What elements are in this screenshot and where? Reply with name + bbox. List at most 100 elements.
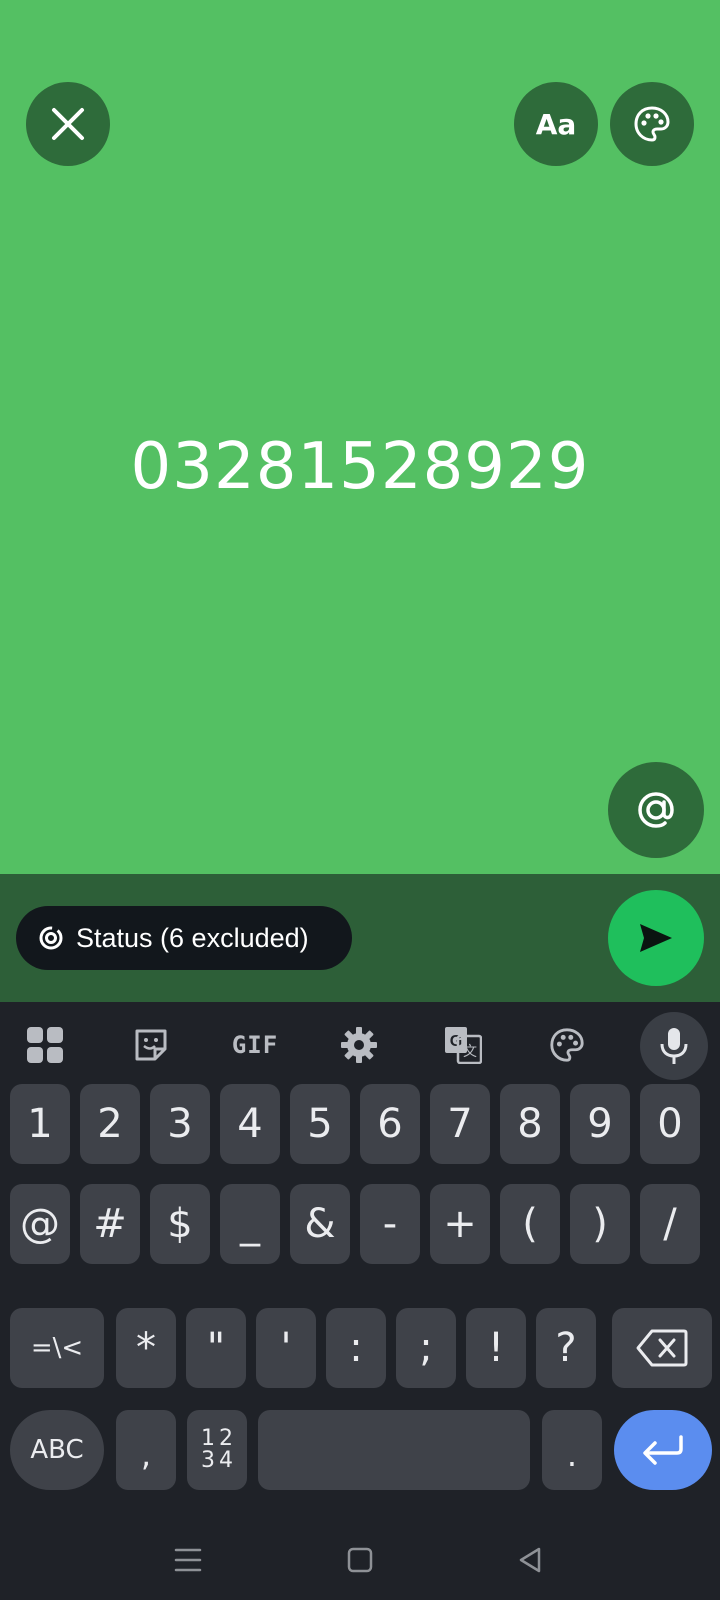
key-label: !	[487, 1325, 505, 1371]
key-label: 5	[307, 1101, 333, 1147]
translate-icon: G 文	[445, 1027, 482, 1064]
numpad-key-label: 1 2 3 4	[199, 1428, 235, 1472]
key-label: 2	[97, 1101, 123, 1147]
key-label: @	[20, 1201, 60, 1247]
key-label: *	[136, 1325, 156, 1371]
key-label: :	[349, 1325, 363, 1371]
recents-button[interactable]	[168, 1540, 208, 1580]
key-label: &	[304, 1201, 336, 1247]
key-label: 8	[517, 1101, 543, 1147]
numpad-key[interactable]: 1 2 3 4	[187, 1410, 247, 1490]
theme-button[interactable]	[532, 1012, 602, 1078]
keyboard-toolbar: GIF G 文	[0, 1002, 720, 1088]
backspace-key[interactable]	[612, 1308, 712, 1388]
key-label: -	[382, 1201, 398, 1247]
key-0[interactable]: 0	[640, 1084, 700, 1164]
symbol-key-row3-7[interactable]: ?	[536, 1308, 596, 1388]
abc-key-label: ABC	[30, 1435, 84, 1465]
key-label: 4	[237, 1101, 263, 1147]
home-icon	[347, 1547, 373, 1573]
numpad-digit: 3	[201, 1448, 215, 1473]
key-label: ?	[555, 1325, 577, 1371]
key-9[interactable]: 9	[570, 1084, 630, 1164]
close-button[interactable]	[26, 82, 110, 166]
back-icon	[519, 1547, 541, 1573]
home-button[interactable]	[340, 1540, 380, 1580]
key-label: 1	[27, 1101, 53, 1147]
font-button-label: Aa	[535, 107, 577, 141]
translate-button[interactable]: G 文	[428, 1012, 498, 1078]
symbol-key-1[interactable]: #	[80, 1184, 140, 1264]
palette-icon	[634, 106, 670, 142]
back-button[interactable]	[510, 1540, 550, 1580]
enter-key[interactable]	[614, 1410, 712, 1490]
key-label: 0	[657, 1101, 683, 1147]
key-4[interactable]: 4	[220, 1084, 280, 1164]
mic-icon	[660, 1028, 688, 1064]
symbol-key-8[interactable]: )	[570, 1184, 630, 1264]
symbol-key-row3-2[interactable]: "	[186, 1308, 246, 1388]
status-text[interactable]: 03281528929	[0, 430, 720, 504]
key-8[interactable]: 8	[500, 1084, 560, 1164]
audience-selector[interactable]: Status (6 excluded)	[16, 906, 352, 970]
apps-button[interactable]	[10, 1012, 80, 1078]
key-3[interactable]: 3	[150, 1084, 210, 1164]
send-icon	[640, 924, 672, 952]
period-key[interactable]: .	[542, 1410, 602, 1490]
symbol-key-row3-6[interactable]: !	[466, 1308, 526, 1388]
status-canvas[interactable]: Aa 03281528929	[0, 0, 720, 874]
symbol-key-row3-1[interactable]: *	[116, 1308, 176, 1388]
key-label: /	[663, 1201, 677, 1247]
apps-icon	[27, 1027, 63, 1063]
symbol-key-6[interactable]: +	[430, 1184, 490, 1264]
gif-button[interactable]: GIF	[220, 1012, 290, 1078]
symbol-key-0[interactable]: @	[10, 1184, 70, 1264]
key-5[interactable]: 5	[290, 1084, 350, 1164]
symbol-key-5[interactable]: -	[360, 1184, 420, 1264]
symbol-key-row3-3[interactable]: '	[256, 1308, 316, 1388]
key-label: 7	[447, 1101, 473, 1147]
numpad-digit: 2	[219, 1426, 233, 1451]
symbol-key-2[interactable]: $	[150, 1184, 210, 1264]
key-7[interactable]: 7	[430, 1084, 490, 1164]
key-label: ;	[419, 1325, 433, 1371]
svg-text:文: 文	[463, 1044, 477, 1060]
key-label: )	[592, 1201, 608, 1247]
color-palette-button[interactable]	[610, 82, 694, 166]
symbol-key-3[interactable]: _	[220, 1184, 280, 1264]
abc-key[interactable]: ABC	[10, 1410, 104, 1490]
enter-icon	[643, 1435, 683, 1465]
close-icon	[52, 108, 84, 140]
key-label: =\<	[30, 1333, 84, 1363]
gear-icon	[341, 1027, 377, 1063]
key-label: #	[93, 1201, 127, 1247]
symbol-key-7[interactable]: (	[500, 1184, 560, 1264]
comma-key[interactable]: ,	[116, 1410, 176, 1490]
key-label: "	[206, 1325, 226, 1371]
key-1[interactable]: 1	[10, 1084, 70, 1164]
font-button[interactable]: Aa	[514, 82, 598, 166]
send-button[interactable]	[608, 890, 704, 986]
key-label: 6	[377, 1101, 403, 1147]
system-nav-bar	[0, 1520, 720, 1600]
symbol-key-row3-5[interactable]: ;	[396, 1308, 456, 1388]
voice-input-button[interactable]	[640, 1012, 708, 1080]
period-key-label: .	[566, 1436, 578, 1474]
symbol-key-9[interactable]: /	[640, 1184, 700, 1264]
space-key[interactable]	[258, 1410, 530, 1490]
key-label: 9	[587, 1101, 613, 1147]
audience-label: Status (6 excluded)	[76, 922, 309, 953]
key-label: +	[443, 1201, 477, 1247]
more-symbols-key[interactable]: =\<	[10, 1308, 104, 1388]
key-6[interactable]: 6	[360, 1084, 420, 1164]
key-label: 3	[167, 1101, 193, 1147]
key-label: _	[240, 1201, 260, 1247]
mention-button[interactable]	[608, 762, 704, 858]
key-2[interactable]: 2	[80, 1084, 140, 1164]
settings-button[interactable]	[324, 1012, 394, 1078]
symbol-key-row3-4[interactable]: :	[326, 1308, 386, 1388]
sticker-button[interactable]	[116, 1012, 186, 1078]
comma-key-label: ,	[140, 1436, 152, 1474]
symbol-key-4[interactable]: &	[290, 1184, 350, 1264]
backspace-icon	[636, 1329, 688, 1367]
